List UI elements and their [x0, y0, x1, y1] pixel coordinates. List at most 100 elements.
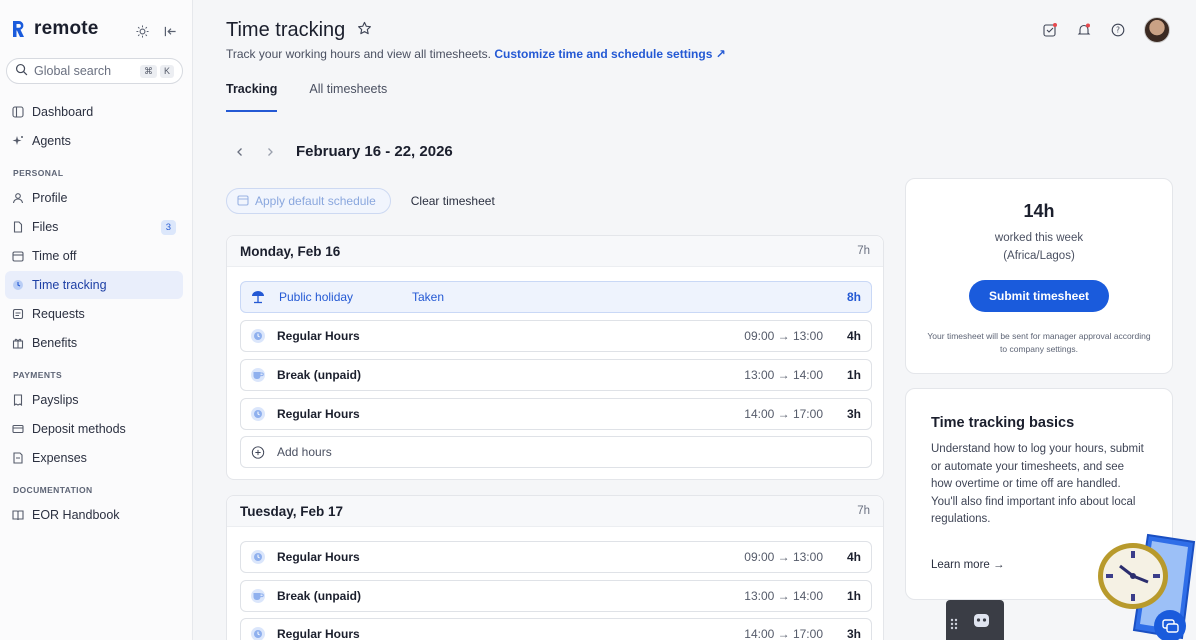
- calendar-icon: [237, 194, 249, 209]
- collapse-sidebar-icon[interactable]: [162, 23, 178, 39]
- remote-logo-icon: [10, 19, 26, 39]
- day-header: Tuesday, Feb 17 7h: [227, 496, 883, 527]
- sidebar-item-time-tracking[interactable]: Time tracking: [5, 271, 183, 299]
- sidebar-item-eor-handbook[interactable]: EOR Handbook: [5, 501, 183, 529]
- weekly-summary-card: 14h worked this week (Africa/Lagos) Subm…: [905, 178, 1173, 374]
- entry-name: Regular Hours: [277, 329, 360, 343]
- day-title: Tuesday, Feb 17: [240, 503, 344, 519]
- nav-section-documentation: DOCUMENTATION: [13, 485, 93, 495]
- total-hours: 14h: [1023, 201, 1055, 221]
- sidebar-item-label: Agents: [32, 134, 71, 148]
- sidebar-item-dashboard[interactable]: Dashboard: [5, 98, 183, 126]
- clock-icon: [251, 627, 265, 640]
- sidebar-item-profile[interactable]: Profile: [5, 184, 183, 212]
- floating-toolbar[interactable]: [946, 600, 1004, 640]
- help-icon[interactable]: ?: [1110, 22, 1126, 38]
- day-card-tuesday: Tuesday, Feb 17 7h Regular Hours 09:00 →…: [226, 495, 884, 640]
- user-icon: [12, 192, 24, 204]
- submit-timesheet-button[interactable]: Submit timesheet: [968, 280, 1110, 312]
- next-week-chevron-icon[interactable]: [262, 144, 278, 160]
- user-avatar[interactable]: [1144, 17, 1170, 43]
- holiday-entry[interactable]: Public holiday Taken 8h: [240, 281, 872, 313]
- day-header: Monday, Feb 16 7h: [227, 236, 883, 267]
- time-entry[interactable]: Regular Hours 09:00 → 13:00 4h: [240, 541, 872, 573]
- sidebar-item-label: Benefits: [32, 336, 78, 350]
- sidebar-item-requests[interactable]: Requests: [5, 300, 183, 328]
- files-count-badge: 3: [160, 219, 176, 235]
- customize-settings-link-label: Customize time and schedule settings: [494, 47, 713, 61]
- sidebar-item-expenses[interactable]: Expenses: [5, 444, 183, 472]
- global-search[interactable]: Global search ⌘ K: [6, 58, 183, 84]
- sidebar-item-payslips[interactable]: Payslips: [5, 386, 183, 414]
- sidebar-item-files[interactable]: Files 3: [5, 213, 183, 241]
- external-arrow-icon: ↗: [715, 47, 726, 61]
- subtitle-text: Track your working hours and view all ti…: [226, 47, 491, 61]
- clear-timesheet-button[interactable]: Clear timesheet: [411, 194, 495, 208]
- coffee-cup-icon: [251, 368, 265, 382]
- entry-hours: 8h: [846, 290, 861, 304]
- receipt-icon: [12, 452, 24, 464]
- sidebar-item-label: Dashboard: [32, 105, 94, 119]
- page-title-text: Time tracking: [226, 19, 346, 41]
- sparkle-icon: [12, 135, 24, 147]
- book-icon: [12, 509, 24, 521]
- sidebar-item-deposit-methods[interactable]: Deposit methods: [5, 415, 183, 443]
- week-range-label: February 16 - 22, 2026: [296, 143, 453, 160]
- search-icon: [15, 63, 28, 79]
- sidebar-item-benefits[interactable]: Benefits: [5, 329, 183, 357]
- day-total: 7h: [857, 245, 870, 257]
- entry-time-range: 13:00 → 14:00: [744, 589, 823, 603]
- learn-more-link[interactable]: Learn more →: [931, 559, 1005, 571]
- entry-name: Regular Hours: [277, 550, 360, 564]
- chat-support-button[interactable]: [1154, 610, 1186, 640]
- tab-all-timesheets[interactable]: All timesheets: [309, 82, 387, 112]
- entry-name: Regular Hours: [277, 627, 360, 640]
- add-hours-button[interactable]: Add hours: [240, 436, 872, 468]
- worked-label: worked this week (Africa/Lagos): [906, 229, 1172, 265]
- sidebar-item-label: Profile: [32, 191, 68, 205]
- time-entry[interactable]: Regular Hours 09:00 → 13:00 4h: [240, 320, 872, 352]
- payslip-icon: [12, 394, 24, 406]
- layout-icon: [12, 106, 24, 118]
- tab-tracking[interactable]: Tracking: [226, 82, 278, 112]
- sidebar-nav: Dashboard Agents PERSONAL Profile Files …: [5, 98, 183, 530]
- time-entry[interactable]: Regular Hours 14:00 → 17:00 3h: [240, 398, 872, 430]
- entry-time-range: 14:00 → 17:00: [744, 627, 823, 640]
- customize-settings-link[interactable]: Customize time and schedule settings ↗: [494, 47, 725, 61]
- brand[interactable]: remote: [10, 18, 99, 40]
- worked-text: worked this week: [994, 232, 1084, 244]
- approval-note: Your timesheet will be sent for manager …: [927, 331, 1151, 354]
- bank-icon: [12, 423, 24, 435]
- sidebar-item-time-off[interactable]: Time off: [5, 242, 183, 270]
- entry-hours: 4h: [846, 329, 861, 343]
- holiday-status: Taken: [412, 290, 445, 304]
- notifications-bell-icon[interactable]: [1076, 22, 1092, 38]
- entry-name: Break (unpaid): [277, 368, 362, 382]
- page-subtitle: Track your working hours and view all ti…: [226, 47, 726, 61]
- header-actions: ?: [1042, 17, 1170, 43]
- entry-name: Regular Hours: [277, 407, 360, 421]
- week-navigator: February 16 - 22, 2026: [232, 143, 453, 160]
- apply-default-schedule-button[interactable]: Apply default schedule: [226, 188, 391, 214]
- file-icon: [12, 221, 24, 233]
- previous-week-chevron-icon[interactable]: [232, 144, 248, 160]
- theme-sun-icon[interactable]: [134, 23, 150, 39]
- sidebar-item-label: Files: [32, 220, 59, 234]
- time-entry[interactable]: Break (unpaid) 13:00 → 14:00 1h: [240, 580, 872, 612]
- favorite-star-icon[interactable]: [357, 19, 372, 42]
- time-entry[interactable]: Regular Hours 14:00 → 17:00 3h: [240, 618, 872, 640]
- kbd-k: K: [159, 64, 174, 78]
- timesheet-actions: Apply default schedule Clear timesheet: [226, 188, 495, 214]
- sidebar-item-agents[interactable]: Agents: [5, 127, 183, 155]
- entry-hours: 1h: [846, 368, 861, 382]
- tasks-icon[interactable]: [1042, 22, 1058, 38]
- entry-hours: 1h: [846, 589, 861, 603]
- gift-icon: [12, 337, 24, 349]
- add-hours-label: Add hours: [277, 445, 332, 459]
- sidebar-item-label: Time tracking: [32, 278, 107, 292]
- time-entry[interactable]: Break (unpaid) 13:00 → 14:00 1h: [240, 359, 872, 391]
- brand-name: remote: [34, 18, 99, 39]
- search-shortcut: ⌘ K: [139, 64, 174, 78]
- page-title: Time tracking: [226, 19, 372, 42]
- sidebar-item-label: Deposit methods: [32, 422, 126, 436]
